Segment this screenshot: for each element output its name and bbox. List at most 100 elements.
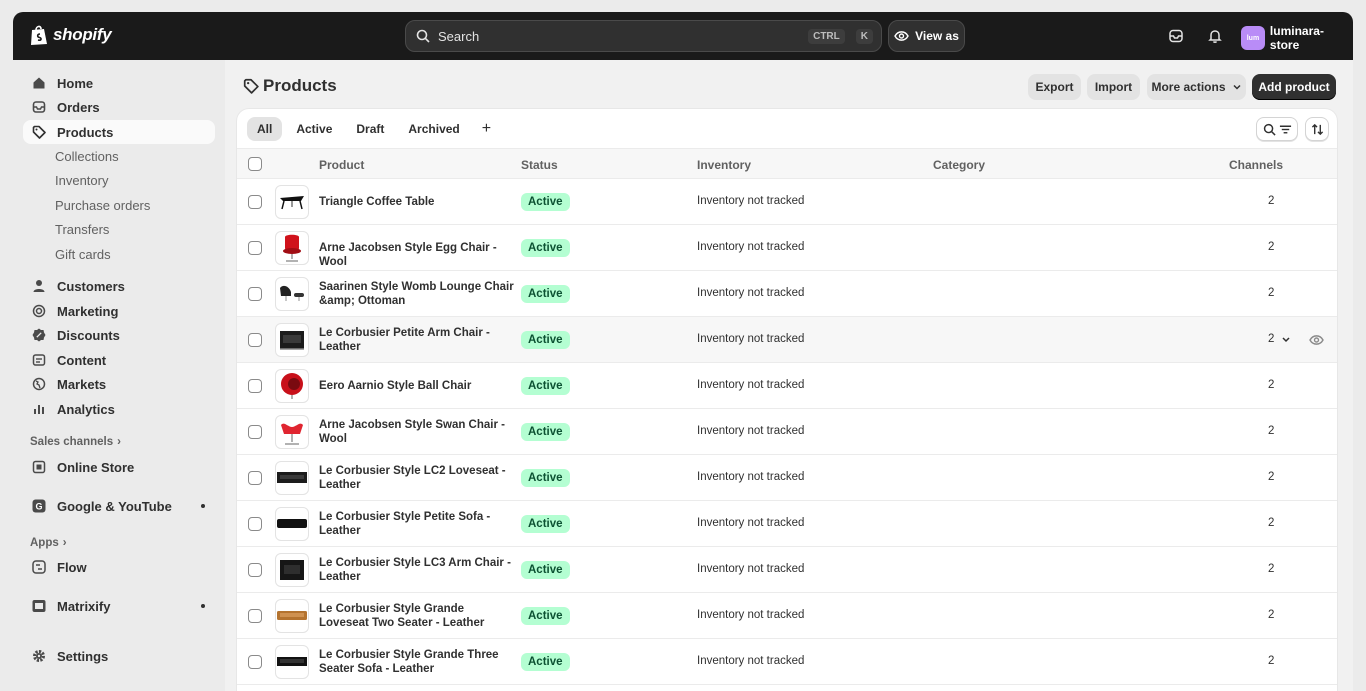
tab-active[interactable]: Active xyxy=(286,117,342,141)
sidebar-subitem-gift-cards[interactable]: Gift cards xyxy=(55,243,111,265)
column-header-inventory[interactable]: Inventory xyxy=(697,158,751,172)
sidebar-item-settings[interactable]: Settings xyxy=(23,644,215,668)
row-checkbox[interactable] xyxy=(248,563,262,577)
row-checkbox[interactable] xyxy=(248,333,262,347)
export-button[interactable]: Export xyxy=(1028,74,1081,100)
sidebar-label-content: Content xyxy=(57,352,107,368)
sidebar-subitem-inventory[interactable]: Inventory xyxy=(55,169,108,191)
table-row[interactable]: Eero Aarnio Style Ball Chair Active Inve… xyxy=(237,363,1337,409)
status-badge: Active xyxy=(521,515,570,533)
add-view-button[interactable]: + xyxy=(474,117,499,141)
product-name[interactable]: Le Corbusier Style LC2 Loveseat - Leathe… xyxy=(319,464,514,492)
inventory-cell: Inventory not tracked xyxy=(697,471,805,483)
product-name[interactable]: Saarinen Style Womb Lounge Chair &amp; O… xyxy=(319,280,514,308)
product-name[interactable]: Arne Jacobsen Style Egg Chair - Wool xyxy=(319,241,519,269)
column-header-product[interactable]: Product xyxy=(319,158,364,172)
select-all-checkbox[interactable] xyxy=(248,157,262,171)
bell-icon[interactable] xyxy=(1205,26,1225,46)
product-name[interactable]: Le Corbusier Style Grande Three Seater S… xyxy=(319,648,509,676)
sidebar-item-markets[interactable]: Markets xyxy=(23,372,215,396)
sidebar-item-google-youtube[interactable]: G Google & YouTube xyxy=(23,494,215,518)
table-row[interactable]: Triangle Coffee Table Active Inventory n… xyxy=(237,179,1337,225)
channels-cell[interactable]: 2 xyxy=(1268,333,1274,345)
column-header-status[interactable]: Status xyxy=(521,158,558,172)
status-badge: Active xyxy=(521,239,570,257)
product-name[interactable]: Eero Aarnio Style Ball Chair xyxy=(319,379,514,393)
more-actions-label: More actions xyxy=(1151,80,1226,94)
row-checkbox[interactable] xyxy=(248,287,262,301)
sidebar-item-marketing[interactable]: Marketing xyxy=(23,299,215,323)
product-name[interactable]: Le Corbusier Style LC3 Arm Chair - Leath… xyxy=(319,556,514,584)
table-row[interactable]: Le Corbusier Style LC3 Arm Chair - Leath… xyxy=(237,547,1337,593)
sidebar-label-discounts: Discounts xyxy=(57,327,120,343)
table-row[interactable]: Arne Jacobsen Style Egg Chair - Wool Act… xyxy=(237,225,1337,271)
sidebar-item-flow[interactable]: Flow xyxy=(23,555,215,579)
table-row[interactable]: Le Corbusier Style Grande Loveseat Two S… xyxy=(237,593,1337,639)
apps-heading[interactable]: Apps › xyxy=(30,537,67,549)
chevron-down-icon[interactable] xyxy=(1281,336,1291,344)
apps-label: Apps xyxy=(30,537,59,549)
search-filter-button[interactable] xyxy=(1256,117,1298,141)
tag-icon xyxy=(243,78,259,94)
more-actions-button[interactable]: More actions xyxy=(1147,74,1246,100)
flow-app-icon xyxy=(31,559,47,575)
inventory-cell: Inventory not tracked xyxy=(697,195,805,207)
row-checkbox[interactable] xyxy=(248,655,262,669)
shopify-logo[interactable]: shopify xyxy=(29,24,112,46)
sidebar-item-orders[interactable]: Orders xyxy=(23,95,215,119)
sidebar-subitem-purchase-orders[interactable]: Purchase orders xyxy=(55,194,150,216)
table-row[interactable]: Le Corbusier Style Petite Sofa - Leather… xyxy=(237,501,1337,547)
channels-cell: 2 xyxy=(1268,471,1275,483)
product-thumbnail xyxy=(275,369,309,403)
add-product-button[interactable]: Add product xyxy=(1252,74,1336,100)
table-row[interactable]: Le Corbusier Style LC2 Loveseat - Leathe… xyxy=(237,455,1337,501)
status-badge: Active xyxy=(521,607,570,625)
notifications-inbox-icon[interactable] xyxy=(1166,26,1186,46)
product-name[interactable]: Le Corbusier Style Petite Sofa - Leather xyxy=(319,510,514,538)
product-thumbnail xyxy=(275,185,309,219)
tab-draft[interactable]: Draft xyxy=(346,117,394,141)
sidebar-item-home[interactable]: Home xyxy=(23,71,215,95)
tab-archived[interactable]: Archived xyxy=(398,117,469,141)
sidebar: Home Orders Products Collections Invento… xyxy=(13,60,225,691)
channels-cell: 2 xyxy=(1268,425,1275,437)
table-row[interactable]: Le Corbusier Petite Arm Chair - Leather … xyxy=(237,317,1337,363)
tab-all[interactable]: All xyxy=(247,117,283,141)
sidebar-item-discounts[interactable]: Discounts xyxy=(23,323,215,347)
sidebar-subitem-collections[interactable]: Collections xyxy=(55,145,119,167)
product-name[interactable]: Le Corbusier Petite Arm Chair - Leather xyxy=(319,326,514,354)
table-row[interactable]: Saarinen Style Womb Lounge Chair &amp; O… xyxy=(237,271,1337,317)
sales-channels-heading[interactable]: Sales channels › xyxy=(30,436,121,448)
row-checkbox[interactable] xyxy=(248,425,262,439)
sidebar-item-online-store[interactable]: Online Store xyxy=(23,455,215,479)
row-checkbox[interactable] xyxy=(248,379,262,393)
row-checkbox[interactable] xyxy=(248,517,262,531)
column-header-category[interactable]: Category xyxy=(933,158,985,172)
sidebar-subitem-transfers[interactable]: Transfers xyxy=(55,218,109,240)
sort-button[interactable] xyxy=(1305,117,1329,141)
product-name[interactable]: Le Corbusier Style Grande Loveseat Two S… xyxy=(319,602,509,630)
sidebar-item-analytics[interactable]: Analytics xyxy=(23,397,215,421)
table-row[interactable]: Le Corbusier Style Grande Three Seater S… xyxy=(237,639,1337,685)
eye-icon[interactable] xyxy=(1309,334,1324,346)
sidebar-item-customers[interactable]: Customers xyxy=(23,274,215,298)
channels-cell: 2 xyxy=(1268,287,1275,299)
eye-icon xyxy=(894,31,909,41)
product-thumbnail xyxy=(275,461,309,495)
store-menu[interactable]: lum luminara-store xyxy=(1241,24,1353,52)
import-button[interactable]: Import xyxy=(1087,74,1140,100)
row-checkbox[interactable] xyxy=(248,195,262,209)
column-header-channels[interactable]: Channels xyxy=(1229,158,1283,172)
sidebar-item-content[interactable]: Content xyxy=(23,348,215,372)
view-as-button[interactable]: View as xyxy=(888,20,965,52)
row-checkbox[interactable] xyxy=(248,471,262,485)
product-name[interactable]: Arne Jacobsen Style Swan Chair - Wool xyxy=(319,418,514,446)
row-checkbox[interactable] xyxy=(248,241,262,255)
row-checkbox[interactable] xyxy=(248,609,262,623)
sidebar-item-products[interactable]: Products xyxy=(23,120,215,144)
table-row[interactable]: Arne Jacobsen Style Swan Chair - Wool Ac… xyxy=(237,409,1337,455)
sales-channels-label: Sales channels xyxy=(30,436,114,448)
search-bar[interactable]: Search CTRL K xyxy=(405,20,882,52)
product-name[interactable]: Triangle Coffee Table xyxy=(319,195,514,209)
sidebar-item-matrixify[interactable]: Matrixify xyxy=(23,594,215,618)
